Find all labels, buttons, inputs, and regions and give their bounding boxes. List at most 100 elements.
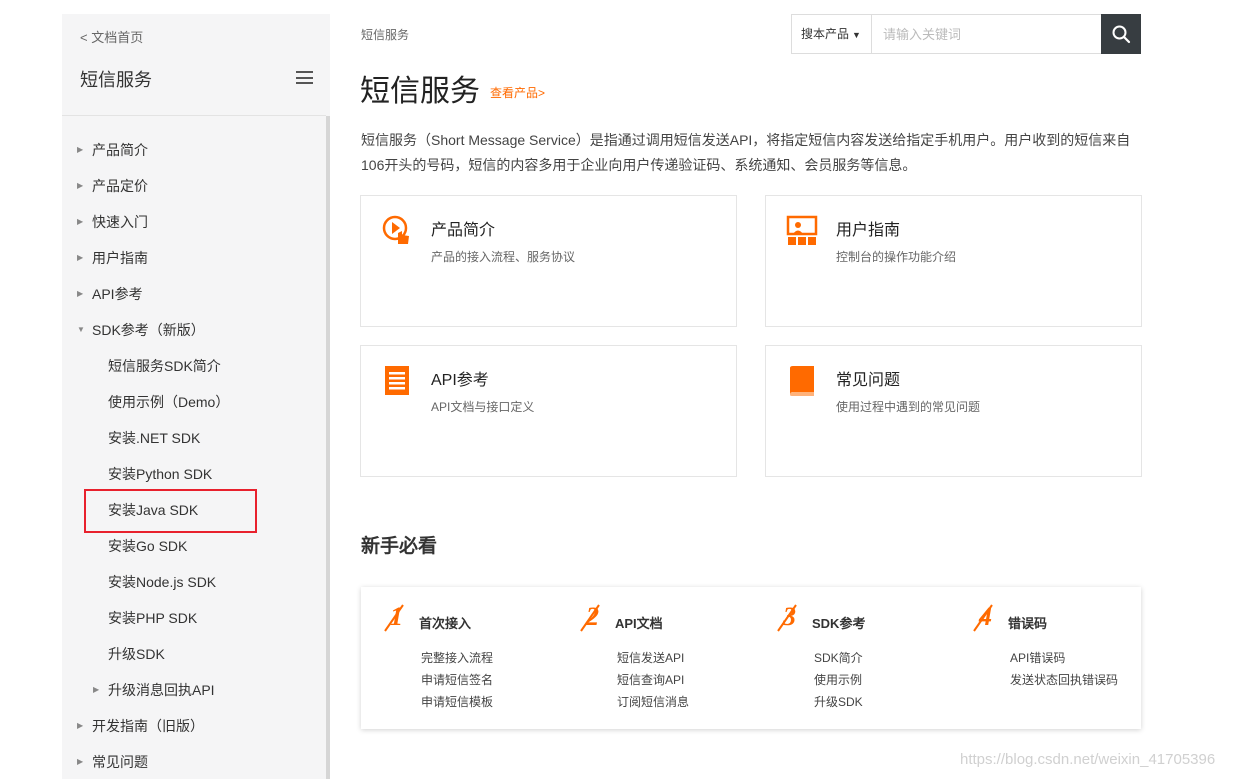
sidebar-item[interactable]: 短信服务SDK简介 (62, 348, 326, 384)
search-scope-dropdown[interactable]: 搜本产品 ▼ (792, 15, 872, 53)
sidebar: < 文档首页 短信服务 ▶ 产品简介 ▶ 产品定价 ▶ 快速入门 ▶ 用户指南 ▶ API参考 ▼ S… (62, 14, 330, 779)
caret-right-icon: ▶ (77, 217, 84, 226)
play-hand-icon (382, 215, 409, 244)
guide-link[interactable]: 短信发送API (617, 647, 689, 669)
sidebar-title: 短信服务 (80, 70, 152, 90)
sidebar-item[interactable]: ▶ 快速入门 (62, 204, 326, 240)
guide-link[interactable]: 申请短信模板 (421, 691, 493, 713)
card-api-reference[interactable]: API参考 API文档与接口定义 (360, 345, 737, 477)
search-bar: 搜本产品 ▼ (791, 14, 1141, 54)
sidebar-item-label: 快速入门 (92, 214, 148, 230)
guide-title: 首次接入 (419, 616, 472, 631)
guide-links: 完整接入流程 申请短信签名 申请短信模板 (421, 647, 493, 713)
page-title: 短信服务 (360, 75, 480, 108)
card-title: 用户指南 (836, 222, 901, 239)
sidebar-item[interactable]: ▶ 用户指南 (62, 240, 326, 276)
back-to-docs-link[interactable]: < 文档首页 (80, 27, 143, 46)
search-scope-label: 搜本产品 (801, 27, 850, 41)
step-number-icon: 4 (973, 602, 993, 632)
sidebar-item[interactable]: ▼ SDK参考（新版） (62, 312, 326, 348)
step-number: 3 (782, 602, 796, 631)
sidebar-item[interactable]: ▶ 升级消息回执API (62, 672, 326, 708)
sidebar-item[interactable]: ▶ 产品简介 (62, 132, 326, 168)
beginner-guide-panel: 1 首次接入完整接入流程 申请短信签名 申请短信模板 2 API文档 短信发送API 短信查询… (361, 587, 1141, 729)
step-number-icon: 2 (580, 602, 600, 632)
search-button[interactable] (1101, 14, 1141, 54)
doc-page: < 文档首页 短信服务 ▶ 产品简介 ▶ 产品定价 ▶ 快速入门 ▶ 用户指南 ▶ API参考 ▼ S… (0, 0, 1241, 779)
hamburger-menu-icon[interactable] (296, 71, 313, 84)
watermark: https://blog.csdn.net/weixin_41705396 (960, 751, 1216, 768)
caret-right-icon: ▶ (93, 685, 100, 694)
guide-link[interactable]: 升级SDK (814, 691, 863, 713)
guide-column: 1 首次接入完整接入流程 申请短信签名 申请短信模板 (361, 587, 556, 729)
guide-link[interactable]: 申请短信签名 (421, 669, 493, 691)
guide-link[interactable]: 发送状态回执错误码 (1010, 669, 1118, 691)
sidebar-item-label: 安装PHP SDK (108, 610, 198, 626)
sidebar-divider (62, 115, 326, 116)
guide-column: 2 API文档 短信发送API 短信查询API 订阅短信消息 (557, 587, 752, 729)
caret-right-icon: ▶ (77, 181, 84, 190)
sidebar-scrollbar[interactable] (326, 116, 330, 779)
guide-link[interactable]: SDK简介 (814, 647, 863, 669)
section-title: 新手必看 (361, 536, 438, 557)
sidebar-item-label: 升级SDK (108, 646, 165, 662)
guide-link[interactable]: 完整接入流程 (421, 647, 493, 669)
sidebar-item-label: 升级消息回执API (108, 682, 215, 698)
caret-right-icon: ▶ (77, 721, 84, 730)
sidebar-item[interactable]: 安装PHP SDK (62, 600, 326, 636)
card-title: 产品简介 (431, 222, 496, 239)
guide-links: SDK简介 使用示例 升级SDK (814, 647, 863, 713)
sidebar-item[interactable]: 安装.NET SDK (62, 420, 326, 456)
guide-link[interactable]: 短信查询API (617, 669, 689, 691)
view-product-link[interactable]: 查看产品> (490, 84, 545, 101)
search-icon (1112, 25, 1131, 44)
sidebar-item-label: 安装Node.js SDK (108, 574, 217, 590)
guide-link[interactable]: 订阅短信消息 (617, 691, 689, 713)
book-icon (790, 366, 814, 396)
sidebar-item-label: 常见问题 (92, 754, 148, 770)
breadcrumb[interactable]: 短信服务 (361, 26, 409, 43)
sidebar-item[interactable]: ▶ 产品定价 (62, 168, 326, 204)
search-input[interactable] (872, 15, 1102, 53)
sidebar-item[interactable]: 安装Go SDK (62, 528, 326, 564)
caret-right-icon: ▶ (77, 145, 84, 154)
step-number-icon: 1 (384, 602, 404, 632)
caret-right-icon: ▶ (77, 253, 84, 262)
caret-right-icon: ▶ (77, 289, 84, 298)
sidebar-item-label: 安装Python SDK (108, 466, 213, 482)
sidebar-item-label: SDK参考（新版） (92, 322, 205, 338)
guide-links: API错误码 发送状态回执错误码 (1010, 647, 1118, 691)
sidebar-item[interactable]: 升级SDK (62, 636, 326, 672)
card-faq[interactable]: 常见问题 使用过程中遇到的常见问题 (765, 345, 1142, 477)
card-desc: 产品的接入流程、服务协议 (431, 250, 576, 264)
card-title: API参考 (431, 372, 489, 389)
sidebar-item[interactable]: 安装Node.js SDK (62, 564, 326, 600)
sidebar-item[interactable]: ▶ API参考 (62, 276, 326, 312)
sidebar-item-label: API参考 (92, 286, 143, 302)
card-desc: 控制台的操作功能介绍 (836, 250, 957, 264)
card-product-intro[interactable]: 产品简介 产品的接入流程、服务协议 (360, 195, 737, 327)
sidebar-item[interactable]: ▶ 开发指南（旧版） (62, 708, 326, 744)
guide-link[interactable]: API错误码 (1010, 647, 1118, 669)
sidebar-item[interactable]: 安装Python SDK (62, 456, 326, 492)
step-number: 2 (585, 602, 599, 631)
sidebar-item-label: 用户指南 (92, 250, 148, 266)
card-user-guide[interactable]: 用户指南 控制台的操作功能介绍 (765, 195, 1142, 327)
card-desc: API文档与接口定义 (431, 400, 535, 414)
sidebar-item-label: 使用示例（Demo） (108, 394, 230, 410)
sidebar-item[interactable]: 使用示例（Demo） (62, 384, 326, 420)
sidebar-item[interactable]: ▶ 常见问题 (62, 744, 326, 779)
sidebar-item-label: 产品定价 (92, 178, 148, 194)
card-desc: 使用过程中遇到的常见问题 (836, 400, 981, 414)
annotation-highlight-box (84, 489, 257, 533)
guide-link[interactable]: 使用示例 (814, 669, 863, 691)
document-icon (385, 366, 409, 395)
guide-title: 错误码 (1008, 616, 1048, 631)
sidebar-item-label: 开发指南（旧版） (92, 718, 204, 734)
step-number: 4 (978, 602, 992, 631)
step-number: 1 (390, 602, 403, 631)
sidebar-nav: ▶ 产品简介 ▶ 产品定价 ▶ 快速入门 ▶ 用户指南 ▶ API参考 ▼ SDK参考（新版） 短信服务… (62, 132, 326, 779)
guide-column: 3 SDK参考 SDK简介 使用示例 升级SDK (754, 587, 949, 729)
step-number-icon: 3 (777, 602, 797, 632)
sidebar-item-label: 短信服务SDK简介 (108, 358, 221, 374)
